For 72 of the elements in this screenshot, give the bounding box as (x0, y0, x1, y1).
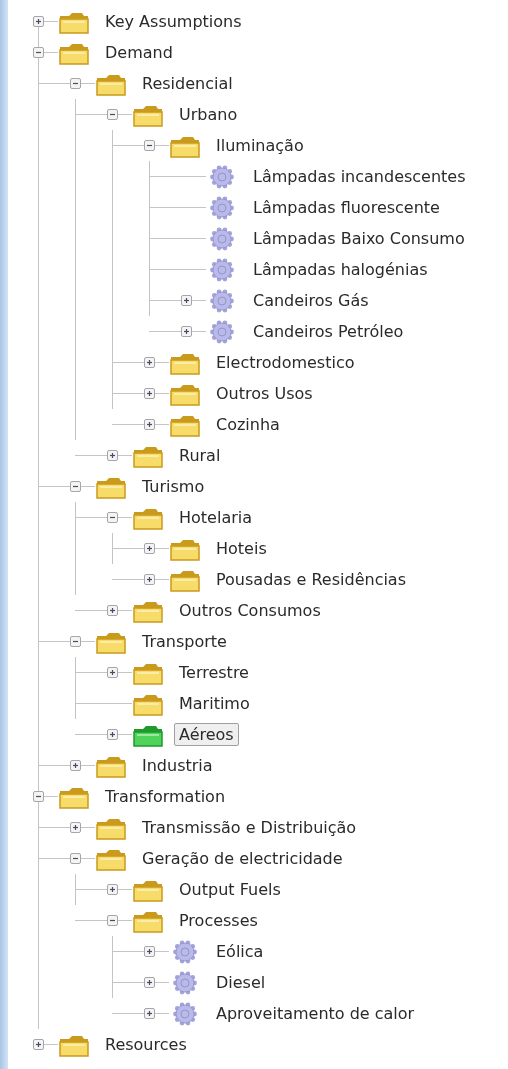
tree-item-label[interactable]: Cozinha (211, 413, 285, 436)
tree-item-label[interactable]: Key Assumptions (100, 10, 247, 33)
tree-item-label[interactable]: Transmissão e Distribuição (137, 816, 362, 839)
expand-toggle[interactable] (106, 109, 118, 120)
expand-toggle[interactable] (69, 78, 81, 89)
tree-item-label[interactable]: Turismo (137, 475, 210, 498)
gear-icon (173, 1001, 197, 1026)
tree-item-label[interactable]: Aéreos (174, 723, 239, 746)
expand-toggle[interactable] (106, 450, 118, 461)
expand-toggle[interactable] (143, 543, 155, 554)
gear-icon (210, 195, 234, 220)
tree-item-label[interactable]: Candeiros Gás (248, 289, 374, 312)
tree-item-label[interactable]: Lâmpadas incandescentes (248, 165, 471, 188)
gear-icon (210, 226, 234, 251)
tree-item-label[interactable]: Diesel (211, 971, 271, 994)
tree-item-label[interactable]: Geração de electricidade (137, 847, 348, 870)
expand-toggle[interactable] (106, 512, 118, 523)
expand-toggle[interactable] (32, 1039, 44, 1050)
expand-toggle[interactable] (69, 822, 81, 833)
tree-item-label[interactable]: Residencial (137, 72, 238, 95)
expand-toggle[interactable] (69, 760, 81, 771)
tree-item-label[interactable]: Pousadas e Residências (211, 568, 411, 591)
expand-toggle[interactable] (143, 946, 155, 957)
expand-toggle[interactable] (180, 295, 192, 306)
gear-icon (210, 319, 234, 344)
tree-item-label[interactable]: Outros Consumos (174, 599, 326, 622)
tree-item-label[interactable]: Industria (137, 754, 218, 777)
expand-toggle[interactable] (106, 667, 118, 678)
expand-toggle[interactable] (143, 1008, 155, 1019)
tree-item-label[interactable]: Processes (174, 909, 263, 932)
tree-item-label[interactable]: Outros Usos (211, 382, 318, 405)
tree-item-label[interactable]: Demand (100, 41, 178, 64)
tree-item-label[interactable]: Candeiros Petróleo (248, 320, 409, 343)
gear-icon (210, 257, 234, 282)
tree-item-label[interactable]: Maritimo (174, 692, 255, 715)
tree-item-label[interactable]: Lâmpadas halogénias (248, 258, 433, 281)
expand-toggle[interactable] (143, 140, 155, 151)
gear-icon (210, 164, 234, 189)
expand-toggle[interactable] (106, 605, 118, 616)
gear-icon (173, 970, 197, 995)
tree-item-label[interactable]: Lâmpadas Baixo Consumo (248, 227, 470, 250)
tree-item-label[interactable]: Hoteis (211, 537, 272, 560)
tree-item-label[interactable]: Rural (174, 444, 226, 467)
expand-toggle[interactable] (143, 357, 155, 368)
gear-icon (173, 939, 197, 964)
expand-toggle[interactable] (106, 729, 118, 740)
expand-toggle[interactable] (69, 481, 81, 492)
tree-item-label[interactable]: Terrestre (174, 661, 254, 684)
tree-item-label[interactable]: Eólica (211, 940, 269, 963)
expand-toggle[interactable] (143, 574, 155, 585)
tree-item-label[interactable]: Lâmpadas fluorescente (248, 196, 445, 219)
tree-item-label[interactable]: Resources (100, 1033, 192, 1056)
expand-toggle[interactable] (106, 915, 118, 926)
expand-toggle[interactable] (143, 419, 155, 430)
expand-toggle[interactable] (143, 977, 155, 988)
expand-toggle[interactable] (143, 388, 155, 399)
tree-item-label[interactable]: Iluminação (211, 134, 309, 157)
tree-item-label[interactable]: Electrodomestico (211, 351, 360, 374)
tree-item-label[interactable]: Urbano (174, 103, 243, 126)
expand-toggle[interactable] (180, 326, 192, 337)
tree-item-label[interactable]: Transporte (137, 630, 232, 653)
expand-toggle[interactable] (106, 884, 118, 895)
tree-item-label[interactable]: Hotelaria (174, 506, 257, 529)
expand-toggle[interactable] (32, 791, 44, 802)
gear-icon (210, 288, 234, 313)
expand-toggle[interactable] (69, 853, 81, 864)
expand-toggle[interactable] (69, 636, 81, 647)
expand-toggle[interactable] (32, 16, 44, 27)
expand-toggle[interactable] (32, 47, 44, 58)
tree-item-label[interactable]: Aproveitamento de calor (211, 1002, 420, 1025)
tree-item-label[interactable]: Output Fuels (174, 878, 286, 901)
tree-item-label[interactable]: Transformation (100, 785, 231, 808)
